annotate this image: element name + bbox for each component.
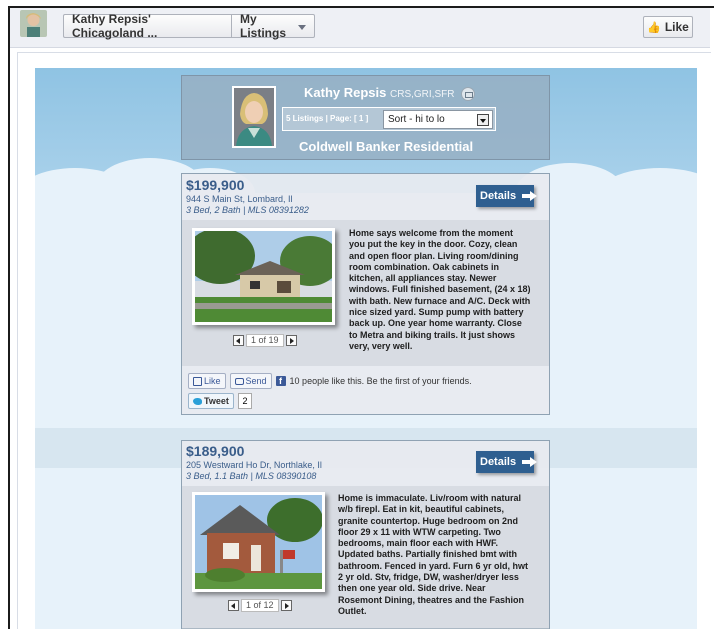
thumbs-up-icon: [193, 376, 202, 386]
agent-name-line: Kathy Repsis CRS,GRI,SFR: [304, 85, 476, 101]
photo-pager: 1 of 12: [228, 599, 292, 612]
pager-text: 1 of 12: [241, 599, 279, 612]
send-icon: [234, 377, 244, 385]
description-line: and open floor plan. Living room/dining: [349, 250, 519, 261]
listings-count: 5 Listings | Page: [ 1 ]: [286, 114, 369, 123]
details-button[interactable]: Details: [476, 451, 537, 473]
listing-description: Home says welcome from the moment you pu…: [349, 228, 547, 352]
description-line: Home is immaculate. Liv/room with natura…: [338, 493, 522, 503]
chevron-left-icon[interactable]: [233, 335, 244, 346]
description-line: granite countertop. Huge bedroom on 2nd: [338, 515, 518, 526]
listing-address: 205 Westward Ho Dr, Northlake, Il: [186, 460, 322, 470]
twitter-bird-icon: [193, 397, 202, 405]
fb-send-button[interactable]: Send: [229, 373, 272, 389]
listing-beds: 3 Bed, 2 Bath | MLS 08391282: [186, 205, 309, 215]
description-line: Home says welcome from the moment: [349, 228, 514, 238]
description-line: then one year old. Side drive. Near: [338, 583, 486, 594]
page-title-button[interactable]: Kathy Repsis' Chicagoland ...: [63, 12, 231, 40]
fb-like-label: Like: [204, 376, 221, 386]
description-line: with bath. New furnace and A/C. Deck wit…: [349, 295, 531, 306]
chevron-down-icon: [298, 24, 306, 30]
description-line: Rosemont Dining, theatres and the Fashio…: [338, 594, 525, 605]
listing-price: $189,900: [186, 443, 245, 459]
chevron-down-icon: [477, 114, 489, 126]
sort-select[interactable]: Sort - hi to lo: [383, 110, 493, 129]
description-line: floor 29 x 11 with WTW carpeting. Two: [338, 526, 501, 537]
description-line: nice sized yard. Sump pump with battery: [349, 307, 524, 318]
chevron-left-icon[interactable]: [228, 600, 239, 611]
page-like-button[interactable]: 👍 Like: [643, 16, 693, 38]
agent-name: Kathy Repsis: [304, 85, 387, 100]
chevron-right-icon[interactable]: [285, 335, 297, 346]
description-line: bathroom. Fenced in yard. Furn 6 yr old,…: [338, 560, 529, 571]
details-button[interactable]: Details: [476, 185, 537, 207]
description-line: 2 yr old. Stv, fridge, DW, washer/dryer …: [338, 572, 519, 583]
brokerage-name: Coldwell Banker Residential: [299, 139, 474, 154]
tweet-button[interactable]: Tweet: [188, 393, 234, 409]
description-line: bedrooms, main floor each with HWF.: [338, 538, 499, 549]
my-listings-label: My Listings: [240, 12, 287, 40]
fb-like-count-text: 10 people like this. Be the first of you…: [289, 376, 472, 386]
listing-photo[interactable]: [192, 492, 325, 592]
tweet-count: 2: [238, 393, 252, 409]
listing-price: $199,900: [186, 177, 245, 193]
description-line: you put the key in the door. Cozy, clean: [349, 239, 518, 250]
details-label: Details: [480, 456, 517, 468]
photo-pager: 1 of 19: [233, 334, 297, 347]
description-line: room combination. Oak cabinets in: [349, 261, 500, 272]
description-line: w/b firepl. Eat in kit, beautiful cabine…: [338, 504, 505, 515]
page-title: Kathy Repsis' Chicagoland ...: [72, 12, 158, 40]
listing-photo[interactable]: [192, 228, 335, 325]
arrow-right-icon: [522, 457, 537, 467]
tweet-label: Tweet: [204, 396, 229, 406]
fb-like-button[interactable]: Like: [188, 373, 226, 389]
thumbs-up-icon: 👍: [647, 21, 661, 34]
details-label: Details: [480, 190, 517, 202]
pager-text: 1 of 19: [246, 334, 284, 347]
description-line: very, very well.: [349, 340, 413, 351]
social-bar: Like Send f 10 people like this. Be the …: [188, 373, 472, 389]
description-line: Outlet.: [338, 605, 367, 616]
description-line: kitchen, all appliances stay. Newer: [349, 273, 497, 284]
my-listings-menu[interactable]: My Listings: [231, 12, 315, 40]
listing-address: 944 S Main St, Lombard, Il: [186, 194, 293, 204]
chevron-right-icon[interactable]: [280, 600, 292, 611]
description-line: back up. One year home warranty. Close: [349, 318, 522, 329]
agent-credentials: CRS,GRI,SFR: [390, 89, 455, 100]
agent-photo: [232, 86, 276, 148]
fb-send-label: Send: [245, 376, 267, 386]
avatar[interactable]: [20, 10, 47, 37]
mail-icon[interactable]: [461, 86, 476, 101]
description-line: Updated baths. Partially finished bmt wi…: [338, 549, 518, 560]
description-line: to Metra and biking trails. It just show…: [349, 329, 516, 340]
arrow-right-icon: [522, 191, 537, 201]
sort-value: Sort - hi to lo: [388, 114, 445, 125]
listing-beds: 3 Bed, 1.1 Bath | MLS 08390108: [186, 471, 317, 481]
listing-description: Home is immaculate. Liv/room with natura…: [338, 493, 548, 617]
page-like-label: Like: [664, 20, 689, 34]
description-line: windows. Full finished basement, (24 x 1…: [349, 284, 531, 295]
facebook-icon: f: [275, 376, 286, 386]
